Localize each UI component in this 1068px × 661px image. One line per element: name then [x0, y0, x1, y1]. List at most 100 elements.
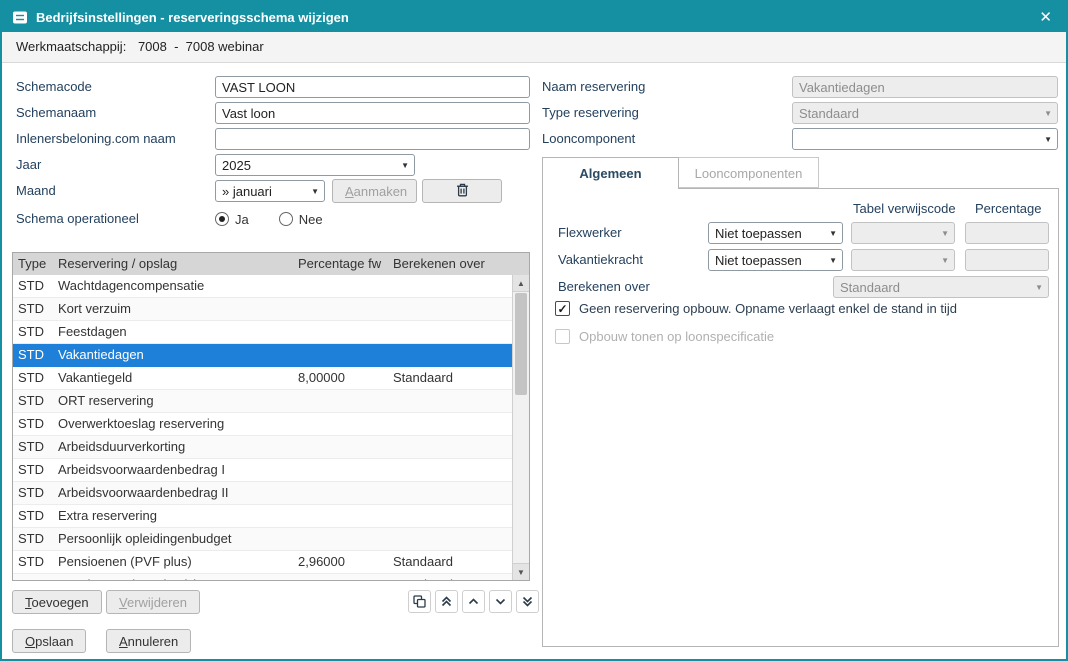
- table-cell: [388, 528, 512, 550]
- table-cell: STD: [13, 528, 53, 550]
- table-cell: Kort verzuim: [53, 298, 293, 320]
- col-tabel-verwijscode: Tabel verwijscode: [853, 201, 956, 216]
- move-top-icon[interactable]: [435, 590, 458, 613]
- table-cell: [388, 482, 512, 504]
- schemacode-input[interactable]: [215, 76, 530, 98]
- table-row[interactable]: STDORT reservering: [13, 390, 512, 413]
- maand-value: » januari: [222, 184, 272, 199]
- vakantiekracht-percentage-input: [965, 249, 1049, 271]
- table-row[interactable]: STDVakantiegeld8,00000Standaard: [13, 367, 512, 390]
- table-cell: [293, 436, 388, 458]
- flexwerker-value: Niet toepassen: [715, 226, 802, 241]
- table-row[interactable]: STDArbeidsvoorwaardenbedrag I: [13, 459, 512, 482]
- inlenersbeloning-input[interactable]: [215, 128, 530, 150]
- flexwerker-tabel-select: ▼: [851, 222, 955, 244]
- checkbox-no-accrual[interactable]: ✓: [555, 301, 570, 316]
- table-row[interactable]: STDOverwerktoeslag reservering: [13, 413, 512, 436]
- table-row[interactable]: STDArbeidsduurverkorting: [13, 436, 512, 459]
- vakantiekracht-label: Vakantiekracht: [558, 249, 643, 271]
- col-header-berekenen: Berekenen over: [388, 253, 512, 275]
- flexwerker-select[interactable]: Niet toepassen ▼: [708, 222, 843, 244]
- table-row[interactable]: STDKort verzuim: [13, 298, 512, 321]
- move-down-icon[interactable]: [489, 590, 512, 613]
- toevoegen-button[interactable]: Toevoegen: [12, 590, 102, 614]
- operationeel-radiogroup: Ja Nee: [215, 208, 353, 230]
- table-cell: Vakantiedagen: [53, 344, 293, 366]
- table-cell: Wachtdagencompensatie: [53, 275, 293, 297]
- table-cell: [293, 505, 388, 527]
- copy-icon[interactable]: [408, 590, 431, 613]
- chevron-down-icon: ▼: [829, 256, 837, 265]
- table-cell: [388, 298, 512, 320]
- operationeel-label: Schema operationeel: [16, 208, 139, 230]
- algemeen-panel: Tabel verwijscode Percentage Flexwerker …: [542, 188, 1059, 647]
- jaar-value: 2025: [222, 158, 251, 173]
- form-icon: [12, 10, 28, 25]
- checkbox-show-payslip: ✓: [555, 329, 570, 344]
- type-reservering-value: Standaard: [799, 106, 859, 121]
- chevron-down-icon: ▼: [1044, 109, 1052, 118]
- check-no-accrual-row: ✓ Geen reservering opbouw. Opname verlaa…: [555, 301, 957, 316]
- company-bar: Werkmaatschappij: 7008 - 7008 webinar: [2, 32, 1066, 63]
- opslaan-button[interactable]: Opslaan: [12, 629, 86, 653]
- radio-ja[interactable]: Ja: [215, 212, 249, 227]
- flexwerker-percentage-input: [965, 222, 1049, 244]
- table-cell: STD: [13, 436, 53, 458]
- tab-algemeen[interactable]: Algemeen: [542, 157, 679, 189]
- table-row[interactable]: STDExtra reservering: [13, 505, 512, 528]
- table-cell: Standaard: [388, 574, 512, 580]
- company-label: Werkmaatschappij:: [16, 39, 126, 54]
- table-cell: [293, 459, 388, 481]
- table-row[interactable]: STDVakantiedagen: [13, 344, 512, 367]
- titlebar: Bedrijfsinstellingen - reserveringsschem…: [2, 2, 1066, 32]
- table-header-row: Type Reservering / opslag Percentage fw …: [13, 253, 529, 276]
- vakantiekracht-tabel-select: ▼: [851, 249, 955, 271]
- table-cell: [293, 298, 388, 320]
- table-row[interactable]: STDPensioenen (PVF plus)2,96000Standaard: [13, 551, 512, 574]
- table-cell: Arbeidsvoorwaardenbedrag I: [53, 459, 293, 481]
- radio-nee[interactable]: Nee: [279, 212, 323, 227]
- jaar-select[interactable]: 2025 ▼: [215, 154, 415, 176]
- main-area: Schemacode Schemanaam Inlenersbeloning.c…: [2, 64, 1066, 659]
- scroll-down-icon[interactable]: ▼: [513, 563, 529, 580]
- table-cell: STD: [13, 298, 53, 320]
- table-row[interactable]: STDArbeidsvoorwaardenbedrag II: [13, 482, 512, 505]
- looncomponent-select[interactable]: ▼: [792, 128, 1058, 150]
- vakantiekracht-select[interactable]: Niet toepassen ▼: [708, 249, 843, 271]
- verwijderen-button: Verwijderen: [106, 590, 200, 614]
- col-header-percentage: Percentage fw: [293, 253, 388, 275]
- schemanaam-input[interactable]: [215, 102, 530, 124]
- scroll-up-icon[interactable]: ▲: [513, 275, 529, 292]
- table-cell: Pensioenen (PVF basis): [53, 574, 293, 580]
- close-icon[interactable]: ✕: [1035, 8, 1056, 26]
- table-cell: [388, 436, 512, 458]
- chevron-down-icon: ▼: [401, 161, 409, 170]
- table-row[interactable]: STDPersoonlijk opleidingenbudget: [13, 528, 512, 551]
- annuleren-button[interactable]: Annuleren: [106, 629, 191, 653]
- table-scrollbar[interactable]: ▲ ▼: [512, 275, 529, 580]
- tab-looncomponenten[interactable]: Looncomponenten: [679, 157, 819, 188]
- type-reservering-label: Type reservering: [542, 102, 639, 124]
- check-show-payslip-row: ✓ Opbouw tonen op loonspecificatie: [555, 329, 774, 344]
- table-cell: STD: [13, 574, 53, 580]
- chevron-down-icon: ▼: [1044, 135, 1052, 144]
- table-cell: [388, 321, 512, 343]
- table-row[interactable]: STDWachtdagencompensatie: [13, 275, 512, 298]
- table-row[interactable]: STDPensioenen (PVF basis)2,96000Standaar…: [13, 574, 512, 580]
- flexwerker-label: Flexwerker: [558, 222, 622, 244]
- move-bottom-icon[interactable]: [516, 590, 539, 613]
- maand-select[interactable]: » januari ▼: [215, 180, 325, 202]
- chevron-down-icon: ▼: [829, 229, 837, 238]
- berekenen-over-label: Berekenen over: [558, 276, 650, 298]
- col-header-type: Type: [13, 253, 53, 275]
- berekenen-over-value: Standaard: [840, 280, 900, 295]
- scroll-thumb[interactable]: [515, 293, 527, 395]
- table-cell: [293, 390, 388, 412]
- chevron-down-icon: ▼: [1035, 283, 1043, 292]
- move-up-icon[interactable]: [462, 590, 485, 613]
- delete-month-button[interactable]: [422, 179, 502, 203]
- table-cell: ORT reservering: [53, 390, 293, 412]
- aanmaken-button: Aanmaken: [332, 179, 417, 203]
- table-cell: STD: [13, 344, 53, 366]
- table-row[interactable]: STDFeestdagen: [13, 321, 512, 344]
